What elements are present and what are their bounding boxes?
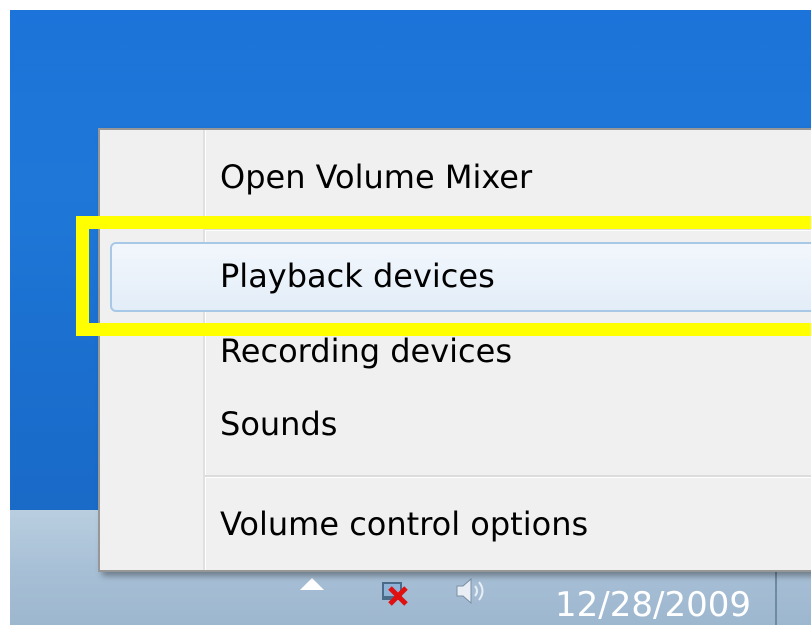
screen: 12/28/2009 Open Volume Mixer Playback de… (0, 0, 811, 635)
menu-gutter (203, 130, 206, 570)
up-arrow-icon[interactable] (300, 578, 324, 590)
menu-separator (205, 475, 811, 478)
menu-item-volume-control-options[interactable]: Volume control options (220, 505, 588, 543)
show-desktop-divider (775, 565, 777, 625)
network-error-icon[interactable] (380, 578, 410, 608)
clock-date[interactable]: 12/28/2009 (555, 585, 751, 625)
speaker-icon[interactable] (455, 576, 495, 606)
menu-item-open-volume-mixer[interactable]: Open Volume Mixer (220, 158, 532, 196)
volume-context-menu: Open Volume Mixer Playback devices Recor… (98, 128, 811, 572)
menu-item-recording-devices[interactable]: Recording devices (220, 332, 512, 370)
menu-item-sounds[interactable]: Sounds (220, 405, 337, 443)
annotation-highlight-box (76, 216, 811, 336)
